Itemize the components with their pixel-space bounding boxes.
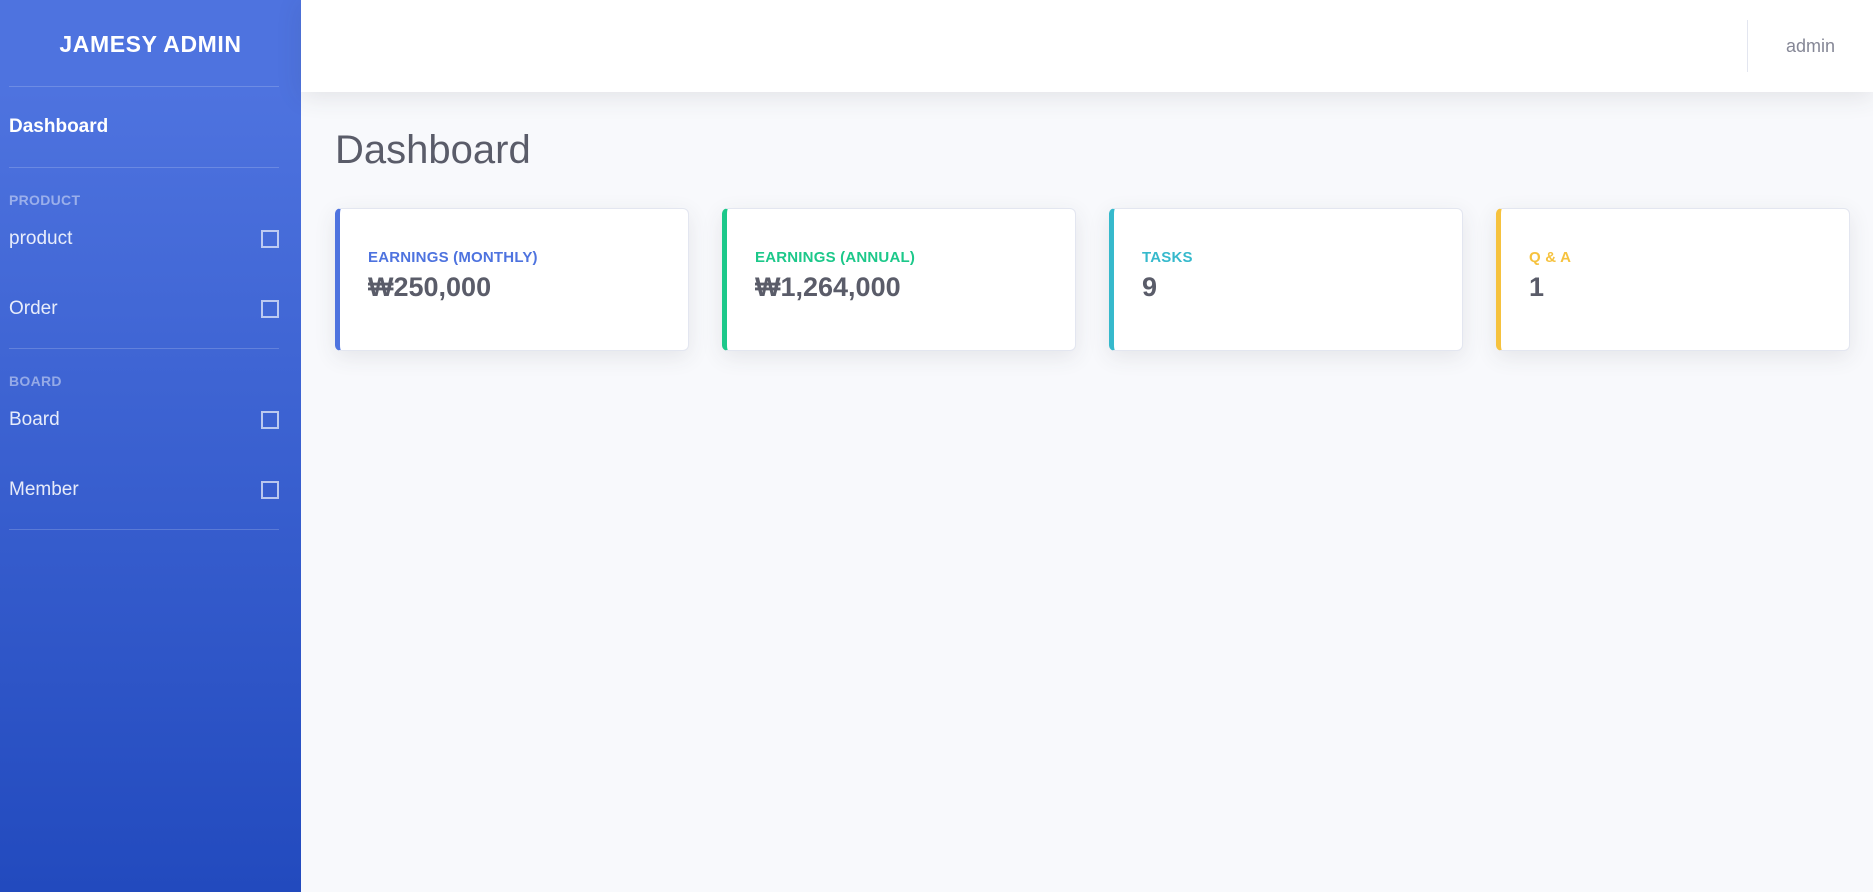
topbar: admin	[301, 0, 1873, 92]
topbar-divider	[1746, 20, 1748, 72]
stat-card-label: EARNINGS (ANNUAL)	[755, 249, 916, 266]
page-title: Dashboard	[335, 128, 531, 172]
square-icon	[261, 230, 279, 248]
sidebar-item-label: Member	[9, 479, 79, 500]
stat-card-label: EARNINGS (MONTHLY)	[368, 249, 538, 266]
stat-cards: EARNINGS (MONTHLY) ₩250,000 EARNINGS (AN…	[335, 208, 1851, 351]
sidebar-item-label: Order	[9, 298, 58, 319]
sidebar-item-label: Board	[9, 409, 60, 430]
sidebar-item-dashboard[interactable]: Dashboard	[0, 87, 301, 167]
stat-card-qna: Q & A 1	[1496, 208, 1850, 351]
sidebar-item-member[interactable]: Member	[0, 451, 301, 529]
stat-card-earnings-annual: EARNINGS (ANNUAL) ₩1,264,000	[722, 208, 1076, 351]
sidebar-divider	[9, 529, 279, 530]
stat-card-earnings-monthly: EARNINGS (MONTHLY) ₩250,000	[335, 208, 689, 351]
sidebar-item-label: product	[9, 228, 73, 249]
stat-card-value: 9	[1142, 272, 1158, 302]
square-icon	[261, 300, 279, 318]
stat-card-value: 1	[1529, 272, 1545, 302]
user-menu[interactable]: admin	[1786, 36, 1835, 57]
sidebar-item-product[interactable]: product	[0, 208, 301, 270]
sidebar-heading-board: BOARD	[9, 373, 62, 389]
stat-card-tasks: TASKS 9	[1109, 208, 1463, 351]
sidebar-item-label: Dashboard	[9, 116, 109, 137]
app-root: JAMESY ADMIN Dashboard PRODUCT product O…	[0, 0, 1873, 892]
stat-card-value: ₩1,264,000	[755, 272, 901, 302]
stat-card-label: Q & A	[1529, 249, 1572, 266]
square-icon	[261, 481, 279, 499]
main-area: admin Dashboard EARNINGS (MONTHLY) ₩250,…	[301, 0, 1873, 892]
sidebar-heading-product: PRODUCT	[9, 192, 81, 208]
stat-card-value: ₩250,000	[368, 272, 492, 302]
square-icon	[261, 411, 279, 429]
sidebar-item-order[interactable]: Order	[0, 270, 301, 348]
sidebar: JAMESY ADMIN Dashboard PRODUCT product O…	[0, 0, 301, 892]
page-content: Dashboard EARNINGS (MONTHLY) ₩250,000 EA…	[301, 92, 1873, 351]
sidebar-brand[interactable]: JAMESY ADMIN	[0, 0, 301, 86]
stat-card-label: TASKS	[1142, 249, 1193, 266]
sidebar-item-board[interactable]: Board	[0, 389, 301, 451]
